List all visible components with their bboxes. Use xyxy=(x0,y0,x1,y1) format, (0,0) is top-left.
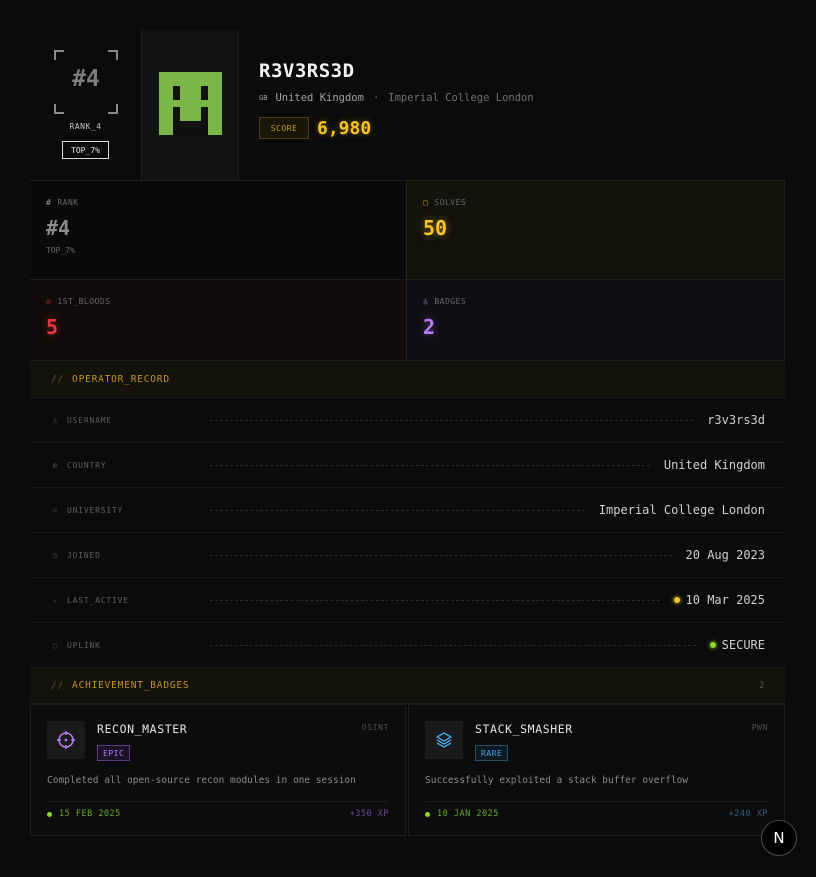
record-row-last-active: ✧ LAST_ACTIVE 10 Mar 2025 xyxy=(30,578,785,623)
score-value: 6,980 xyxy=(317,117,372,139)
record-value: r3v3rs3d xyxy=(707,413,765,427)
record-label: UPLINK xyxy=(67,640,101,650)
user-icon: ♙ xyxy=(52,415,58,425)
target-icon: ⊘ xyxy=(46,297,52,306)
profile-header: #4 RANK_4 TOP_7% R3V3RS3D GB United King… xyxy=(30,30,785,180)
rank-frame: #4 RANK_4 TOP_7% xyxy=(30,30,141,180)
badge-count: 2 xyxy=(759,680,765,691)
country-text: United Kingdom xyxy=(275,92,364,104)
record-label: UNIVERSITY xyxy=(67,505,124,515)
stat-rank-label: RANK xyxy=(57,198,79,207)
stat-solves: ▢ SOLVES 50 xyxy=(407,181,785,280)
crosshair-icon xyxy=(47,721,85,759)
stat-first-bloods-label: 1ST_BLOODS xyxy=(57,297,111,306)
profile-info: R3V3RS3D GB United Kingdom · Imperial Co… xyxy=(239,30,785,180)
record-row-uplink: ○ UPLINK SECURE xyxy=(30,623,785,668)
badge-rarity-tag: EPIC xyxy=(97,745,131,761)
section-slashes: // xyxy=(51,373,65,385)
rank-label: RANK_4 xyxy=(69,122,102,131)
date-dot xyxy=(425,811,430,817)
stat-rank-sub: TOP_7% xyxy=(46,246,75,255)
avatar xyxy=(159,72,222,135)
achievement-badges-title: ACHIEVEMENT_BADGES xyxy=(72,680,190,691)
record-label: USERNAME xyxy=(67,415,112,425)
record-value: SECURE xyxy=(721,638,765,652)
record-row-university: ⌓ UNIVERSITY Imperial College London xyxy=(30,488,785,533)
record-row-joined: ◷ JOINED 20 Aug 2023 xyxy=(30,533,785,578)
university-text: Imperial College London xyxy=(388,92,534,104)
record-row-country: ⊕ COUNTRY United Kingdom xyxy=(30,443,785,488)
record-label: JOINED xyxy=(67,550,101,560)
record-label: LAST_ACTIVE xyxy=(67,595,129,605)
graduation-cap-icon: ⌓ xyxy=(52,505,58,515)
uplink-icon: ○ xyxy=(52,640,58,650)
next-devtools-button[interactable]: N xyxy=(761,820,797,856)
activity-dot xyxy=(673,597,680,603)
stat-badges: ♁ BADGES 2 xyxy=(407,280,785,361)
achievement-badges-header: // ACHIEVEMENT_BADGES 2 xyxy=(30,668,785,703)
score-label: SCORE xyxy=(259,117,309,139)
hash-icon: # xyxy=(46,198,52,207)
stat-rank-value: #4 xyxy=(46,216,71,240)
operator-record-title: OPERATOR_RECORD xyxy=(72,373,170,385)
record-label: COUNTRY xyxy=(67,460,107,470)
location-line: GB United Kingdom · Imperial College Lon… xyxy=(259,92,785,104)
stats-grid: # RANK #4 TOP_7% ▢ SOLVES 50 ⊘ 1ST_BLOODS 5… xyxy=(30,180,785,361)
stat-rank: # RANK #4 TOP_7% xyxy=(30,181,407,280)
stat-first-bloods: ⊘ 1ST_BLOODS 5 xyxy=(30,280,407,361)
badge-xp: +240 XP xyxy=(728,809,768,819)
record-value: Imperial College London xyxy=(598,503,765,517)
record-row-username: ♙ USERNAME r3v3rs3d xyxy=(30,398,785,443)
badge-card-stack-smasher[interactable]: STACK_SMASHER RARE PWN Successfully expl… xyxy=(408,704,785,836)
badge-xp: +350 XP xyxy=(349,809,389,819)
username-heading: R3V3RS3D xyxy=(259,60,355,82)
stat-badges-value: 2 xyxy=(423,315,436,339)
operator-record-header: // OPERATOR_RECORD xyxy=(30,361,785,398)
date-dot xyxy=(47,811,52,817)
badge-name: RECON_MASTER xyxy=(97,722,188,736)
score-row: SCORE 6,980 xyxy=(259,117,785,139)
separator-dot: · xyxy=(372,92,380,104)
badge-card-recon-master[interactable]: RECON_MASTER EPIC OSINT Completed all op… xyxy=(30,704,406,836)
clock-icon: ◷ xyxy=(52,550,58,560)
stat-solves-value: 50 xyxy=(423,216,448,240)
record-value: United Kingdom xyxy=(663,458,765,472)
record-value: 20 Aug 2023 xyxy=(685,548,765,562)
stat-solves-label: SOLVES xyxy=(434,198,467,207)
badge-description: Completed all open-source recon modules … xyxy=(47,775,356,786)
chip-icon: ▢ xyxy=(423,198,429,207)
activity-icon: ✧ xyxy=(52,595,58,605)
flag-icon: GB xyxy=(259,94,268,102)
status-dot xyxy=(709,642,716,648)
record-value: 10 Mar 2025 xyxy=(685,593,765,607)
medal-icon: ♁ xyxy=(423,297,429,306)
top-percent-badge: TOP_7% xyxy=(62,141,109,159)
badge-date: 15 FEB 2025 xyxy=(59,809,121,819)
badge-category: OSINT xyxy=(361,723,389,732)
profile-container: #4 RANK_4 TOP_7% R3V3RS3D GB United King… xyxy=(30,30,785,837)
section-slashes: // xyxy=(51,680,65,691)
badge-name: STACK_SMASHER xyxy=(475,722,573,736)
badge-list: RECON_MASTER EPIC OSINT Completed all op… xyxy=(30,703,785,837)
avatar-frame xyxy=(141,30,239,180)
layers-icon xyxy=(425,721,463,759)
globe-icon: ⊕ xyxy=(52,460,58,470)
rank-number: #4 xyxy=(72,66,100,92)
badge-category: PWN xyxy=(751,723,768,732)
badge-rarity-tag: RARE xyxy=(475,745,509,761)
badge-description: Successfully exploited a stack buffer ov… xyxy=(425,775,689,786)
badge-date: 10 JAN 2025 xyxy=(437,809,499,819)
stat-first-bloods-value: 5 xyxy=(46,315,59,339)
stat-badges-label: BADGES xyxy=(434,297,467,306)
